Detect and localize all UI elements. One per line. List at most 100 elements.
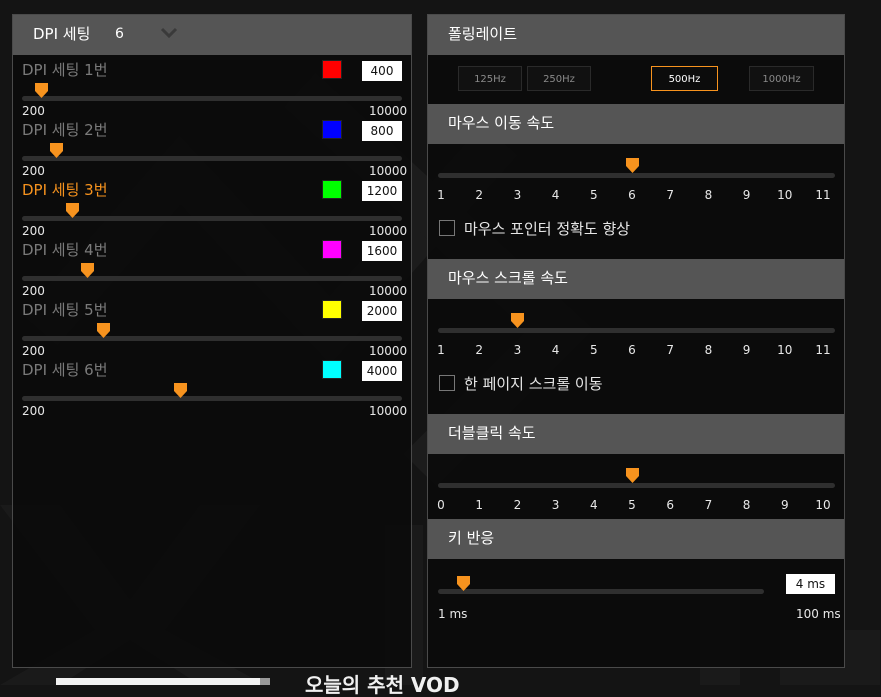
dpi-slider-track[interactable] <box>22 396 402 401</box>
dpi-row-label: DPI 세팅 6번 <box>22 361 108 379</box>
dpi-slider-thumb[interactable] <box>66 203 79 218</box>
dpi-slider-track[interactable] <box>22 156 402 161</box>
key-response-min: 1 ms <box>438 607 468 621</box>
dpi-slider-track[interactable] <box>22 216 402 221</box>
dpi-row-label: DPI 세팅 3번 <box>22 181 108 199</box>
double_click-tick-label: 7 <box>704 498 713 512</box>
dpi-min-label: 200 <box>22 104 45 118</box>
scroll_speed-tick-label: 4 <box>551 343 560 357</box>
key-response-title: 키 반응 <box>448 529 495 547</box>
polling-option-500hz[interactable]: 500Hz <box>651 66 718 91</box>
dpi-value-box[interactable]: 800 <box>362 121 402 141</box>
dpi-color-swatch[interactable] <box>322 300 342 319</box>
scroll_speed-tick-label: 2 <box>475 343 483 357</box>
dpi-row-label: DPI 세팅 4번 <box>22 241 108 259</box>
dpi-slider-thumb[interactable] <box>174 383 187 398</box>
double_click-tick-label: 2 <box>513 498 522 512</box>
chevron-down-icon[interactable] <box>160 27 178 39</box>
dpi-header: DPI 세팅 6 <box>13 15 411 55</box>
double_click-tick-label: 1 <box>475 498 483 512</box>
key-response-thumb[interactable] <box>457 576 470 591</box>
scroll_speed-tick-label: 8 <box>704 343 713 357</box>
dpi-max-label: 10000 <box>369 224 408 238</box>
scroll-speed-header: 마우스 스크롤 속도 <box>428 259 844 299</box>
double_click-track[interactable] <box>438 483 835 488</box>
dpi-slider-thumb[interactable] <box>50 143 63 158</box>
page-scroll-label: 한 페이지 스크롤 이동 <box>464 375 603 393</box>
pointer-precision-label: 마우스 포인터 정확도 향상 <box>464 220 631 238</box>
dpi-slider-thumb[interactable] <box>81 263 94 278</box>
thumbnail-strip <box>56 678 270 685</box>
dpi-color-swatch[interactable] <box>322 240 342 259</box>
dpi-color-swatch[interactable] <box>322 120 342 139</box>
double_click-tick-label: 10 <box>815 498 831 512</box>
dpi-row-label: DPI 세팅 5번 <box>22 301 108 319</box>
mouse_speed-tick-label: 9 <box>742 188 751 202</box>
scroll_speed-tick-label: 9 <box>742 343 751 357</box>
key-response-max: 100 ms <box>796 607 841 621</box>
thumbnail-strip-edge <box>260 678 270 685</box>
double_click-tick-label: 5 <box>628 498 636 512</box>
mouse_speed-tick-label: 10 <box>777 188 793 202</box>
double_click-tick-label: 4 <box>589 498 598 512</box>
double-click-title: 더블클릭 속도 <box>448 424 536 442</box>
double_click-tick-label: 3 <box>551 498 560 512</box>
dpi-value-box[interactable]: 1600 <box>362 241 402 261</box>
mouse_speed-track[interactable] <box>438 173 835 178</box>
dpi-slider-track[interactable] <box>22 96 402 101</box>
polling-option-250hz[interactable]: 250Hz <box>527 66 591 91</box>
dpi-slider-track[interactable] <box>22 336 402 341</box>
dpi-value-box[interactable]: 4000 <box>362 361 402 381</box>
mouse_speed-tick-label: 6 <box>628 188 636 202</box>
dpi-count-select[interactable]: 6 <box>115 15 124 53</box>
key-response-value[interactable]: 4 ms <box>786 574 835 594</box>
mouse_speed-tick-label: 5 <box>589 188 598 202</box>
dpi-color-swatch[interactable] <box>322 360 342 379</box>
key-response-header: 키 반응 <box>428 519 844 559</box>
dpi-min-label: 200 <box>22 284 45 298</box>
scroll_speed-track[interactable] <box>438 328 835 333</box>
mouse_speed-tick-label: 11 <box>815 188 831 202</box>
mouse_speed-thumb[interactable] <box>626 158 639 173</box>
double_click-thumb[interactable] <box>626 468 639 483</box>
recommended-vod-heading: 오늘의 추천 VOD <box>305 673 460 697</box>
double_click-tick-label: 9 <box>780 498 789 512</box>
key-response-track[interactable] <box>438 589 764 594</box>
dpi-value-box[interactable]: 400 <box>362 61 402 81</box>
mouse-speed-header: 마우스 이동 속도 <box>428 104 844 144</box>
scroll_speed-tick-label: 11 <box>815 343 831 357</box>
dpi-min-label: 200 <box>22 164 45 178</box>
scroll_speed-tick-label: 1 <box>437 343 445 357</box>
double_click-tick-label: 8 <box>742 498 751 512</box>
page-scroll-checkbox[interactable] <box>439 375 455 391</box>
dpi-slider-thumb[interactable] <box>97 323 110 338</box>
polling-option-1000hz[interactable]: 1000Hz <box>749 66 814 91</box>
dpi-row-label: DPI 세팅 2번 <box>22 121 108 139</box>
pointer-precision-checkbox[interactable] <box>439 220 455 236</box>
polling-title: 폴링레이트 <box>448 25 518 43</box>
dpi-max-label: 10000 <box>369 404 408 418</box>
dpi-max-label: 10000 <box>369 284 408 298</box>
dpi-color-swatch[interactable] <box>322 180 342 199</box>
polling-option-125hz[interactable]: 125Hz <box>458 66 522 91</box>
double_click-tick-label: 6 <box>666 498 674 512</box>
mouse-speed-title: 마우스 이동 속도 <box>448 114 555 132</box>
dpi-row-label: DPI 세팅 1번 <box>22 61 108 79</box>
dpi-slider-thumb[interactable] <box>35 83 48 98</box>
double_click-tick-label: 0 <box>437 498 445 512</box>
scroll_speed-tick-label: 7 <box>666 343 674 357</box>
dpi-color-swatch[interactable] <box>322 60 342 79</box>
dpi-max-label: 10000 <box>369 164 408 178</box>
scroll_speed-tick-label: 5 <box>589 343 598 357</box>
mouse_speed-tick-label: 3 <box>513 188 522 202</box>
dpi-value-box[interactable]: 2000 <box>362 301 402 321</box>
scroll_speed-tick-label: 10 <box>777 343 793 357</box>
scroll_speed-thumb[interactable] <box>511 313 524 328</box>
mouse_speed-tick-label: 1 <box>437 188 445 202</box>
polling-header: 폴링레이트 <box>428 15 844 55</box>
settings-panel: 폴링레이트 125Hz 250Hz 500Hz 1000Hz 마우스 이동 속도 마우… <box>427 14 845 668</box>
dpi-value-box[interactable]: 1200 <box>362 181 402 201</box>
dpi-min-label: 200 <box>22 344 45 358</box>
dpi-slider-track[interactable] <box>22 276 402 281</box>
dpi-panel: DPI 세팅 6 DPI 세팅 1번 400 200 10000 DPI 세팅 2번 80… <box>12 14 412 668</box>
